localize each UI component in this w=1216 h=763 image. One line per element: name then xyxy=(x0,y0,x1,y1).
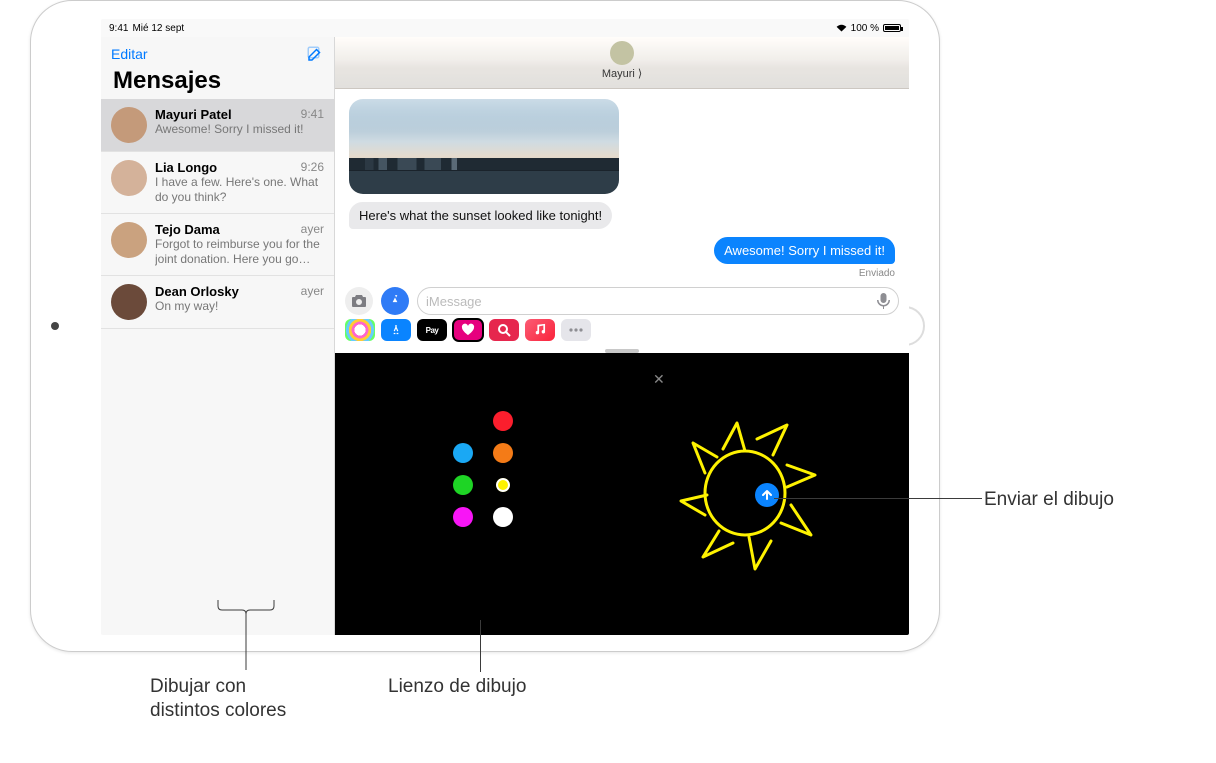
color-white[interactable] xyxy=(493,507,513,527)
conversation-preview: I have a few. Here's one. What do you th… xyxy=(155,175,324,205)
ipad-device-frame: 9:41 Mié 12 sept 100 % Editar Mensajes M… xyxy=(30,0,940,652)
color-orange[interactable] xyxy=(493,443,513,463)
microphone-icon[interactable] xyxy=(877,292,890,310)
app-strip: Pay xyxy=(335,319,909,347)
sent-status: Enviado xyxy=(859,268,895,279)
close-canvas-button[interactable]: ✕ xyxy=(653,371,665,388)
heart-fingers-icon xyxy=(460,323,476,337)
avatar xyxy=(111,107,147,143)
color-palette xyxy=(453,411,515,527)
edit-button[interactable]: Editar xyxy=(111,46,148,62)
app-digital-touch[interactable] xyxy=(453,319,483,341)
chat-pane: Mayuri ⟩ Here's what the sunset looked l… xyxy=(335,37,909,635)
color-cyan[interactable] xyxy=(453,443,473,463)
ellipsis-icon xyxy=(568,327,584,333)
callout-canvas: Lienzo de dibujo xyxy=(388,675,526,699)
conversation-preview: Forgot to reimburse you for the joint do… xyxy=(155,237,324,267)
battery-percent: 100 % xyxy=(851,23,879,34)
received-bubble[interactable]: Here's what the sunset looked like tonig… xyxy=(349,202,612,229)
search-icon xyxy=(497,323,511,337)
sent-bubble[interactable]: Awesome! Sorry I missed it! xyxy=(714,237,895,264)
app-apple-pay[interactable]: Pay xyxy=(417,319,447,341)
appstore-icon xyxy=(389,323,403,337)
arrow-up-icon xyxy=(760,488,774,502)
front-camera-icon xyxy=(51,322,59,330)
avatar xyxy=(610,41,634,65)
conversation-time: ayer xyxy=(301,222,324,237)
conversation-name: Lia Longo xyxy=(155,160,217,175)
digital-touch-panel: ✕ xyxy=(335,353,909,635)
send-drawing-button[interactable] xyxy=(755,483,779,507)
music-icon xyxy=(534,323,546,337)
wifi-icon xyxy=(836,24,847,32)
callout-send-drawing: Enviar el dibujo xyxy=(984,488,1114,512)
callout-line xyxy=(480,620,481,672)
conversation-time: 9:41 xyxy=(301,107,324,122)
drawing-canvas[interactable]: ✕ xyxy=(645,365,845,619)
camera-button[interactable] xyxy=(345,287,373,315)
conversation-item[interactable]: Dean Orlosky ayerOn my way! xyxy=(101,276,334,329)
conversation-name: Dean Orlosky xyxy=(155,284,239,299)
conversations-sidebar: Editar Mensajes Mayuri Patel 9:41Awesome!… xyxy=(101,37,335,635)
chat-contact-name: Mayuri ⟩ xyxy=(602,67,642,80)
app-drawer-button[interactable] xyxy=(381,287,409,315)
conversation-time: 9:26 xyxy=(301,160,324,175)
compose-row: iMessage xyxy=(335,283,909,319)
callout-line xyxy=(774,498,982,499)
callout-palette: Dibujar con distintos colores xyxy=(150,675,286,723)
color-magenta[interactable] xyxy=(453,507,473,527)
conversation-item[interactable]: Mayuri Patel 9:41Awesome! Sorry I missed … xyxy=(101,99,334,152)
received-photo[interactable] xyxy=(349,99,619,194)
app-music[interactable] xyxy=(525,319,555,341)
status-bar: 9:41 Mié 12 sept 100 % xyxy=(101,19,909,37)
color-yellow-selected[interactable] xyxy=(493,475,513,495)
avatar xyxy=(111,222,147,258)
conversation-preview: Awesome! Sorry I missed it! xyxy=(155,122,324,137)
app-more[interactable] xyxy=(561,319,591,341)
appstore-icon xyxy=(388,294,402,308)
status-date: Mié 12 sept xyxy=(132,23,184,34)
callout-bracket xyxy=(214,600,278,672)
avatar xyxy=(111,160,147,196)
app-images[interactable] xyxy=(489,319,519,341)
sun-drawing xyxy=(645,365,845,619)
conversation-time: ayer xyxy=(301,284,324,299)
conversation-item[interactable]: Lia Longo 9:26I have a few. Here's one. W… xyxy=(101,152,334,214)
conversation-item[interactable]: Tejo Dama ayerForgot to reimburse you for… xyxy=(101,214,334,276)
screen: 9:41 Mié 12 sept 100 % Editar Mensajes M… xyxy=(101,19,909,635)
page-title: Mensajes xyxy=(101,67,334,99)
message-placeholder: iMessage xyxy=(426,294,482,309)
app-photos[interactable] xyxy=(345,319,375,341)
app-store[interactable] xyxy=(381,319,411,341)
color-red[interactable] xyxy=(493,411,513,431)
conversation-name: Tejo Dama xyxy=(155,222,220,237)
conversation-name: Mayuri Patel xyxy=(155,107,232,122)
camera-icon xyxy=(351,294,367,308)
chat-header[interactable]: Mayuri ⟩ xyxy=(335,37,909,89)
battery-icon xyxy=(883,24,901,32)
compose-button[interactable] xyxy=(306,45,324,63)
color-green[interactable] xyxy=(453,475,473,495)
conversation-preview: On my way! xyxy=(155,299,324,314)
messages-list: Here's what the sunset looked like tonig… xyxy=(335,89,909,283)
message-input[interactable]: iMessage xyxy=(417,287,899,315)
avatar xyxy=(111,284,147,320)
status-time: 9:41 xyxy=(109,23,128,34)
